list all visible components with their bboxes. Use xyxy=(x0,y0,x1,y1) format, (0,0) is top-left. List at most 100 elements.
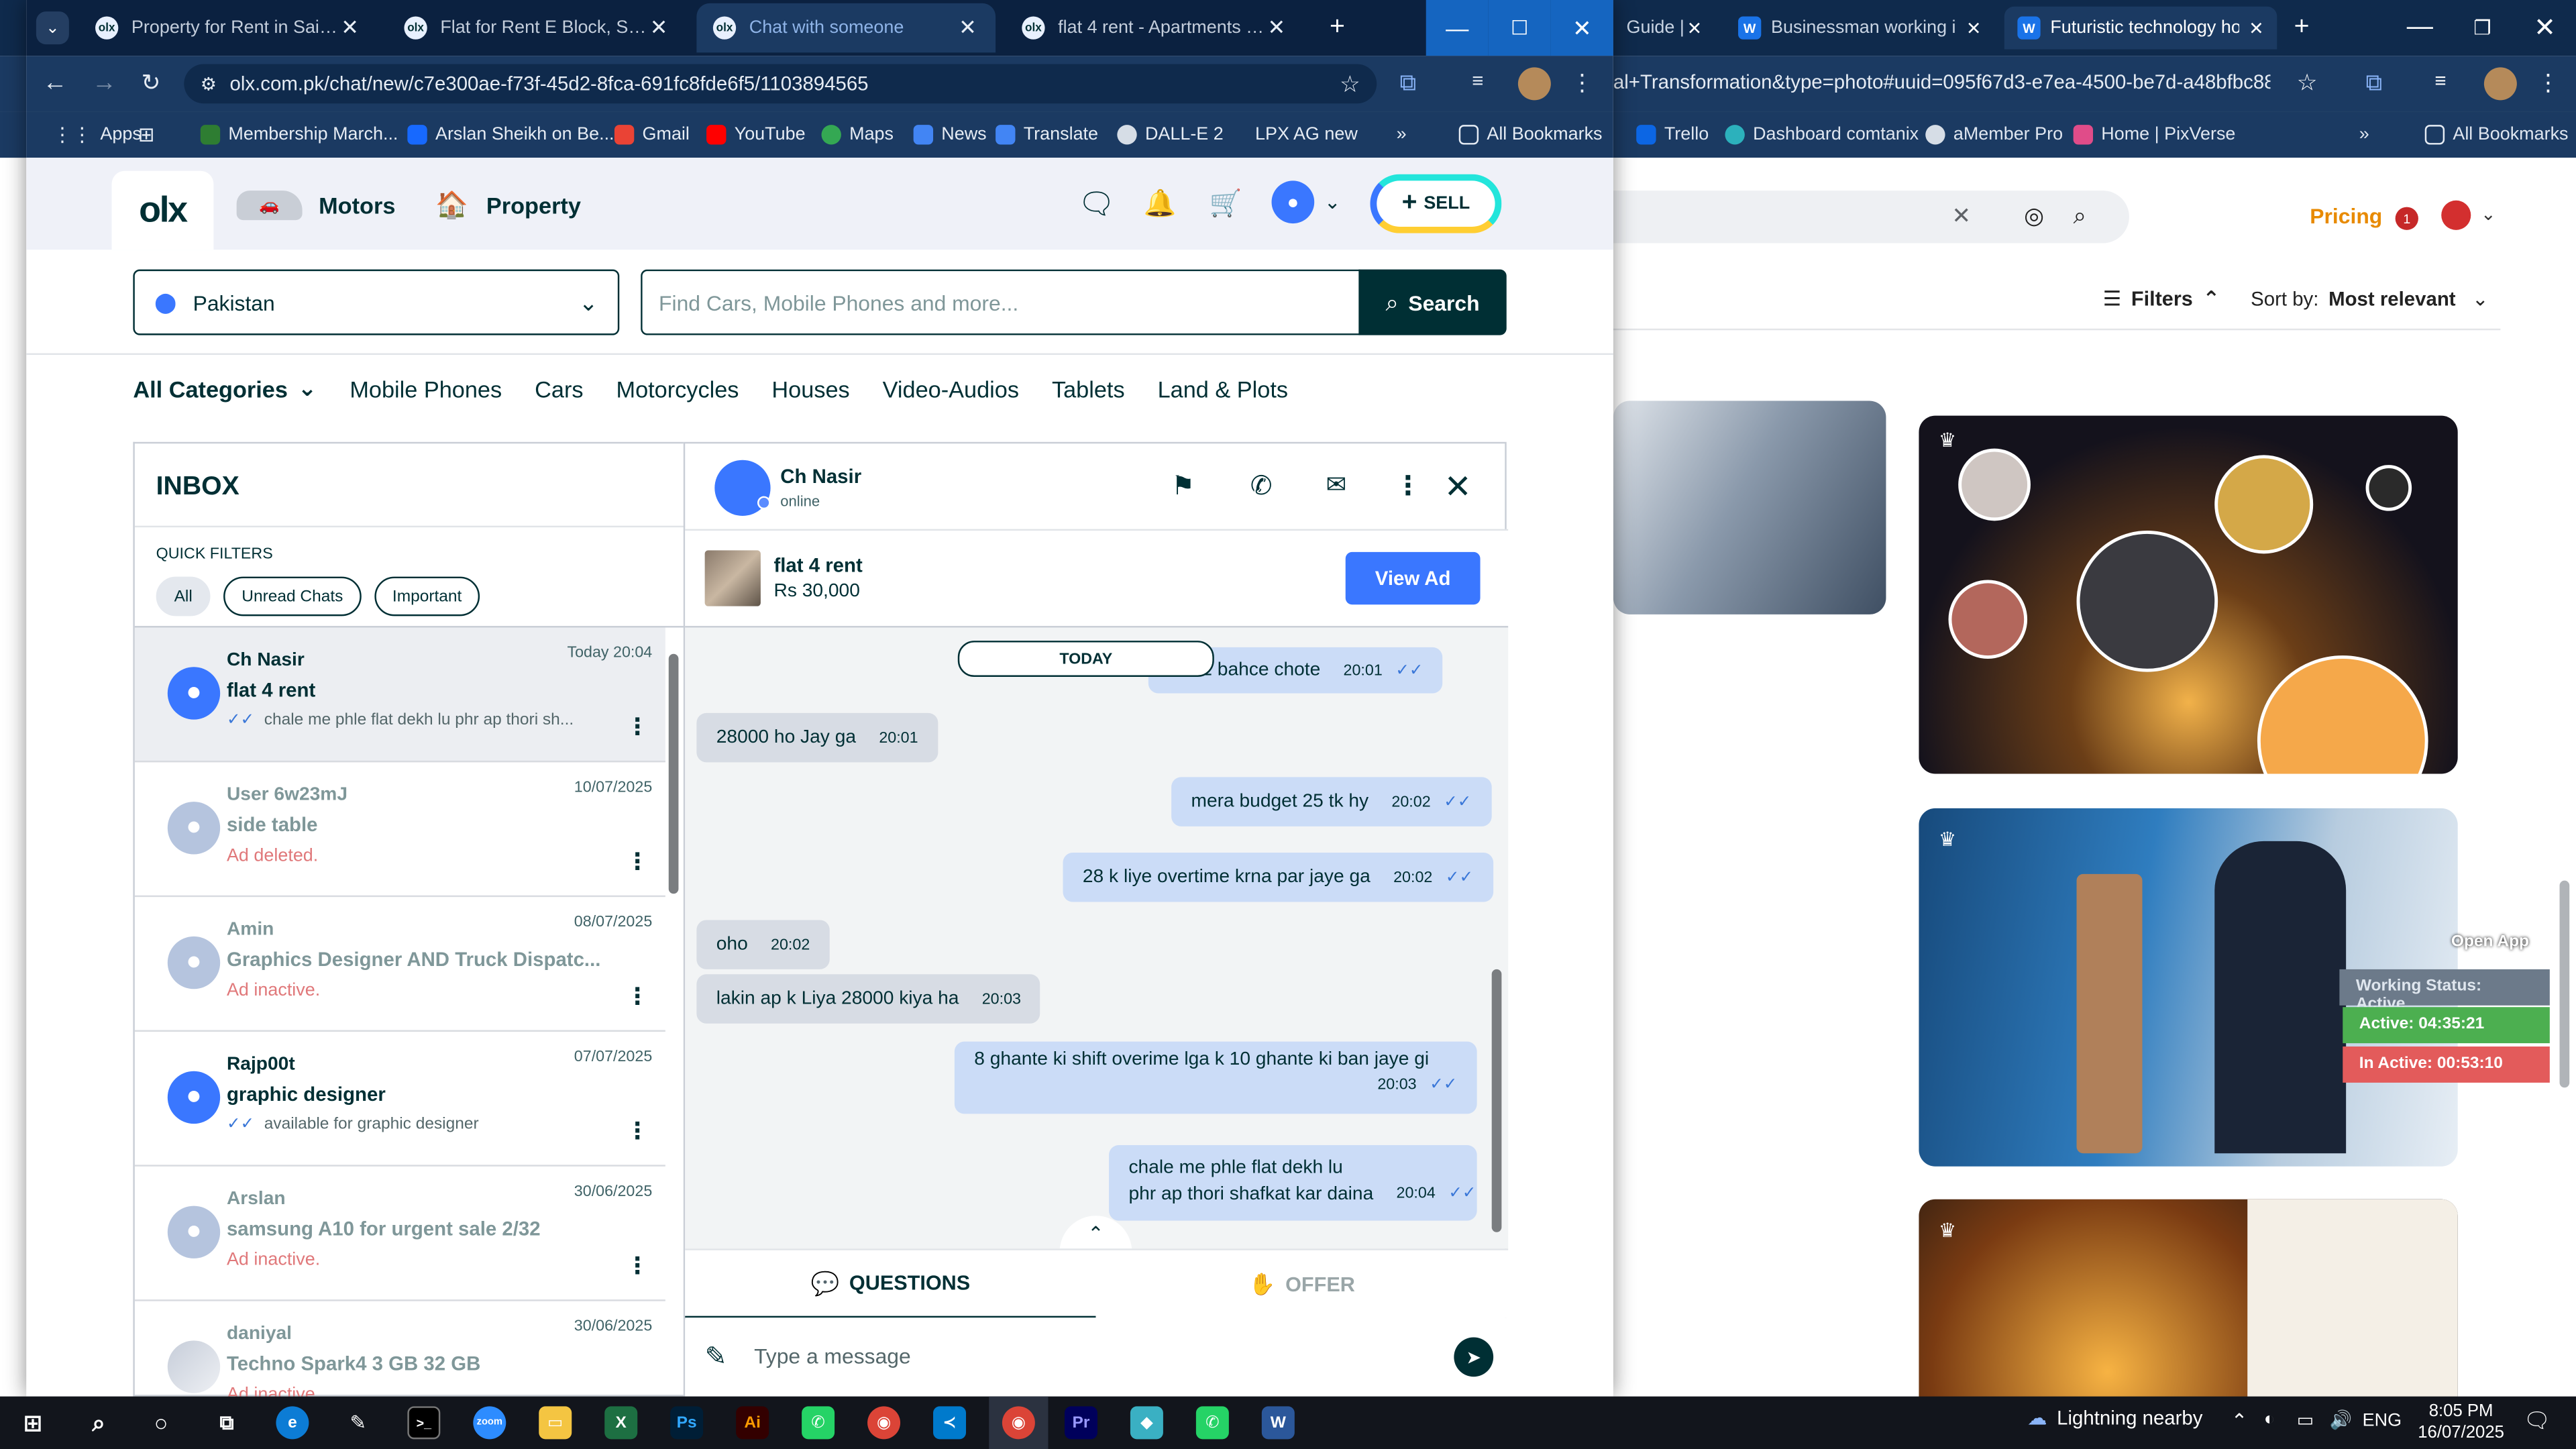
media-icon[interactable]: ≡ xyxy=(1472,69,1483,92)
background-url[interactable]: al+Transformation&type=photo#uuid=095f67… xyxy=(1613,70,2271,93)
all-bookmarks[interactable]: All Bookmarks xyxy=(1458,112,1603,158)
profile-avatar[interactable] xyxy=(1517,67,1551,101)
location-select[interactable]: ⬤ Pakistan ⌄ xyxy=(133,269,620,335)
kebab-menu-icon[interactable]: ⋮ xyxy=(626,983,649,1011)
profile-menu[interactable]: ● ⌄ xyxy=(1271,180,1341,224)
pen-icon[interactable]: ✎ xyxy=(341,1406,374,1439)
profile-avatar[interactable] xyxy=(2483,67,2517,101)
search-button[interactable]: ⌕ Search xyxy=(1358,269,1507,335)
conversation-item[interactable]: ● User 6w23mJ side table Ad deleted. 10/… xyxy=(134,762,665,898)
filter-important[interactable]: Important xyxy=(374,576,480,616)
tab-search-icon[interactable]: ⌄ xyxy=(36,11,69,45)
illustrator-icon[interactable]: Ai xyxy=(736,1406,769,1440)
close-icon[interactable]: ✕ xyxy=(1966,17,1982,38)
new-tab-icon[interactable]: + xyxy=(2287,13,2316,43)
bookmark[interactable]: Translate xyxy=(996,112,1098,158)
forward-icon[interactable]: → xyxy=(92,69,117,97)
search-icon[interactable]: ⌕ xyxy=(2074,202,2086,230)
site-info-icon[interactable]: ⚙ xyxy=(201,73,217,94)
conversation-item[interactable]: daniyal Techno Spark4 3 GB 32 GB Ad inac… xyxy=(135,1301,665,1397)
kebab-menu-icon[interactable]: ⋮ xyxy=(626,713,649,741)
filter-all[interactable]: All xyxy=(156,576,211,616)
vscode-icon[interactable]: ≺ xyxy=(933,1406,967,1440)
extensions-icon[interactable]: ⧉ xyxy=(2366,69,2382,97)
conversation-item[interactable]: ● Ch Nasir flat 4 rent ✓✓ chale me phle f… xyxy=(134,627,665,763)
close-icon[interactable]: ✕ xyxy=(338,15,361,41)
close-window-icon[interactable]: ✕ xyxy=(2524,10,2567,46)
reload-icon[interactable]: ↻ xyxy=(142,69,161,97)
tab[interactable]: olx Flat for Rent E Block, Satellite ✕ xyxy=(388,3,687,52)
new-tab-icon[interactable]: + xyxy=(1321,13,1354,43)
category-link[interactable]: Mobile Phones xyxy=(350,376,502,402)
bookmark[interactable]: Dashboard comtanix xyxy=(1725,112,1919,158)
media-icon[interactable]: ≡ xyxy=(2434,69,2446,92)
sell-button[interactable]: + SELL xyxy=(1370,174,1502,233)
star-icon[interactable]: ☆ xyxy=(2297,69,2318,97)
task-view-icon[interactable]: ⧉ xyxy=(210,1406,243,1439)
background-tab[interactable]: Guide | ✕ xyxy=(1613,7,1715,50)
more-options-icon[interactable]: ⋮ xyxy=(1395,470,1421,502)
open-app-link[interactable]: Open App xyxy=(2451,933,2529,951)
bookmark[interactable]: Trello xyxy=(1636,112,1709,158)
all-bookmarks[interactable]: All Bookmarks xyxy=(2424,112,2569,158)
meet-icon[interactable]: ◐ xyxy=(2264,1409,2275,1429)
close-icon[interactable]: ✕ xyxy=(1444,467,1472,508)
app-icon[interactable]: ◆ xyxy=(1130,1406,1163,1440)
bookmark[interactable]: Home | PixVerse xyxy=(2073,112,2235,158)
terminal-icon[interactable]: >_ xyxy=(407,1406,441,1440)
file-explorer-icon[interactable]: ▭ xyxy=(539,1406,572,1440)
background-tab[interactable]: W Businessman working in a ✕ xyxy=(1725,7,1994,50)
bookmark[interactable]: aMember Pro xyxy=(1925,112,2063,158)
stock-image-futuristic[interactable]: ♛ xyxy=(1919,415,2458,774)
inbox-scrollbar[interactable] xyxy=(667,634,680,1390)
close-icon[interactable]: ✕ xyxy=(1265,15,1288,41)
conversation-item[interactable]: ● Rajp00t graphic designer ✓✓ available f… xyxy=(134,1032,665,1167)
chat-icon[interactable]: 🗨 xyxy=(1078,187,1116,221)
bookmark[interactable]: YouTube xyxy=(706,112,806,158)
weather-widget[interactable]: ☁ Lightning nearby xyxy=(2027,1406,2202,1429)
chevron-down-icon[interactable]: ⌄ xyxy=(2481,204,2496,225)
tab[interactable]: olx Property for Rent in Saidpur R ✕ xyxy=(79,3,378,52)
bookmark[interactable]: DALL-E 2 xyxy=(1117,112,1224,158)
word-icon[interactable]: W xyxy=(1261,1406,1295,1440)
clock[interactable]: 8:05 PM 16/07/2025 xyxy=(2415,1401,2507,1444)
cortana-icon[interactable]: ○ xyxy=(145,1406,178,1439)
bell-icon[interactable]: 🔔 xyxy=(1144,187,1177,220)
search-input[interactable]: Find Cars, Mobile Phones and more... xyxy=(641,269,1360,335)
kebab-menu-icon[interactable]: ⋮ xyxy=(626,848,649,876)
category-link[interactable]: Land & Plots xyxy=(1158,376,1288,402)
menu-icon[interactable]: ⋮ xyxy=(1570,69,1593,97)
close-icon[interactable]: ✕ xyxy=(956,15,979,41)
message-input[interactable]: Type a message xyxy=(754,1344,911,1368)
sms-icon[interactable]: ✉ xyxy=(1326,470,1346,500)
bookmark[interactable]: Maps xyxy=(821,112,894,158)
pricing-link[interactable]: Pricing xyxy=(2310,204,2382,229)
phone-icon[interactable]: ✆ xyxy=(1250,470,1273,502)
bookmark[interactable]: Gmail xyxy=(614,112,690,158)
network-icon[interactable]: ▭ xyxy=(2297,1409,2314,1431)
notifications-icon[interactable]: 🗨 xyxy=(2524,1408,2551,1434)
minimize-icon[interactable]: — xyxy=(2399,10,2442,46)
category-link[interactable]: Video-Audios xyxy=(883,376,1019,402)
view-ad-button[interactable]: View Ad xyxy=(1345,551,1481,605)
restore-icon[interactable]: ❐ xyxy=(2461,10,2504,46)
tab-offer[interactable]: ✋ OFFER xyxy=(1095,1250,1508,1320)
search-icon[interactable]: ⌕ xyxy=(82,1406,115,1439)
bookmark[interactable]: LPX AG new xyxy=(1255,112,1358,158)
category-link[interactable]: Houses xyxy=(771,376,849,402)
notification-badge[interactable]: 1 xyxy=(2395,207,2418,230)
background-search-field[interactable]: ✕ ◎ ⌕ xyxy=(1613,191,2129,244)
bookmark[interactable]: Arslan Sheikh on Be... xyxy=(407,112,614,158)
omnibox[interactable]: ⚙ olx.com.pk/chat/new/c7e300ae-f73f-45d2… xyxy=(184,64,1377,104)
chrome-icon[interactable]: ◉ xyxy=(867,1406,901,1440)
bookmark[interactable]: Membership March... xyxy=(200,112,398,158)
nav-property[interactable]: 🏠 Property xyxy=(431,187,581,223)
photoshop-icon[interactable]: Ps xyxy=(670,1406,704,1440)
scrollbar[interactable] xyxy=(2559,880,2570,1088)
more-bookmarks-icon[interactable]: » xyxy=(1397,112,1407,158)
ad-thumbnail[interactable] xyxy=(704,550,761,606)
avatar[interactable] xyxy=(2441,200,2471,230)
flag-icon[interactable]: ⚑ xyxy=(1171,470,1195,502)
olx-logo[interactable]: olx xyxy=(111,170,214,250)
all-categories-dropdown[interactable]: All Categories ⌄ xyxy=(133,374,317,402)
